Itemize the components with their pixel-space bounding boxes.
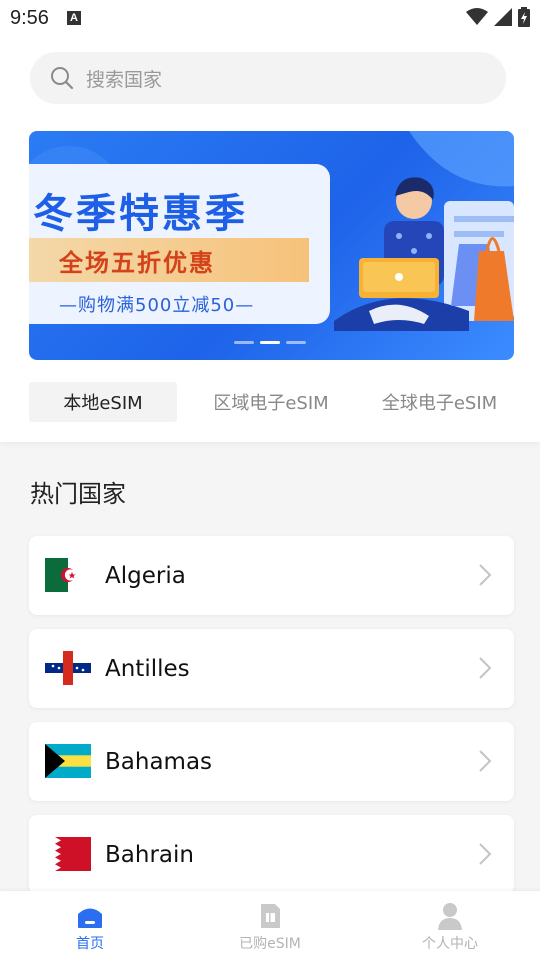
country-name: Bahrain (105, 841, 194, 868)
chevron-right-icon (479, 564, 492, 586)
banner-dot-active[interactable] (260, 341, 280, 344)
search-input[interactable]: 搜索国家 (30, 52, 506, 104)
status-icons (466, 7, 530, 27)
country-item-bahrain[interactable]: Bahrain (29, 815, 514, 894)
banner-dot[interactable] (286, 341, 306, 344)
country-name: Algeria (105, 562, 186, 589)
nav-label: 已购eSIM (239, 936, 301, 952)
top-panel: 9:56 A 搜索国家 冬季特惠季 全场五折优惠 —购物满500立减50— 本地… (0, 0, 540, 442)
nav-purchased-esim[interactable]: 已购eSIM (180, 891, 360, 960)
search-icon (51, 67, 74, 90)
status-bar: 9:56 A (0, 0, 540, 36)
sim-card-icon (261, 904, 280, 928)
banner-subtitle: —购物满500立减50— (59, 295, 255, 316)
esim-type-tabs: 本地eSIM 区域电子eSIM 全球电子eSIM (29, 382, 514, 422)
chevron-right-icon (479, 843, 492, 865)
promo-banner[interactable]: 冬季特惠季 全场五折优惠 —购物满500立减50— (29, 131, 514, 360)
battery-icon (518, 7, 530, 27)
country-item-bahamas[interactable]: Bahamas (29, 722, 514, 801)
bottom-nav: 首页 已购eSIM 个人中心 (0, 891, 540, 960)
signal-icon (494, 8, 512, 26)
tab-regional-esim[interactable]: 区域电子eSIM (177, 382, 365, 422)
country-item-algeria[interactable]: Algeria (29, 536, 514, 615)
banner-title: 冬季特惠季 (33, 191, 248, 237)
nav-label: 首页 (76, 936, 104, 952)
banner-dot[interactable] (234, 341, 254, 344)
tab-global-esim[interactable]: 全球电子eSIM (365, 382, 514, 422)
notification-a-icon: A (66, 11, 81, 25)
banner-highlight-strip: 全场五折优惠 (29, 238, 309, 282)
tab-local-esim[interactable]: 本地eSIM (29, 382, 177, 422)
chevron-right-icon (479, 750, 492, 772)
status-time: 9:56 (10, 6, 49, 29)
banner-highlight: 全场五折优惠 (59, 248, 215, 277)
nav-label: 个人中心 (422, 936, 478, 952)
country-item-antilles[interactable]: Antilles (29, 629, 514, 708)
bahrain-flag-icon (45, 837, 91, 871)
user-icon (438, 903, 462, 930)
antilles-flag-icon (45, 651, 91, 685)
country-name: Bahamas (105, 748, 213, 775)
nav-home[interactable]: 首页 (0, 891, 180, 960)
section-title: 热门国家 (30, 480, 126, 508)
bahamas-flag-icon (45, 744, 91, 778)
search-placeholder: 搜索国家 (86, 68, 163, 91)
chevron-right-icon (479, 657, 492, 679)
nav-profile[interactable]: 个人中心 (360, 891, 540, 960)
wifi-icon (466, 8, 488, 25)
algeria-flag-icon (45, 558, 91, 592)
country-name: Antilles (105, 655, 190, 682)
home-icon (78, 908, 102, 928)
shopper-illustration-icon (334, 177, 514, 331)
banner-pagination (234, 341, 306, 344)
